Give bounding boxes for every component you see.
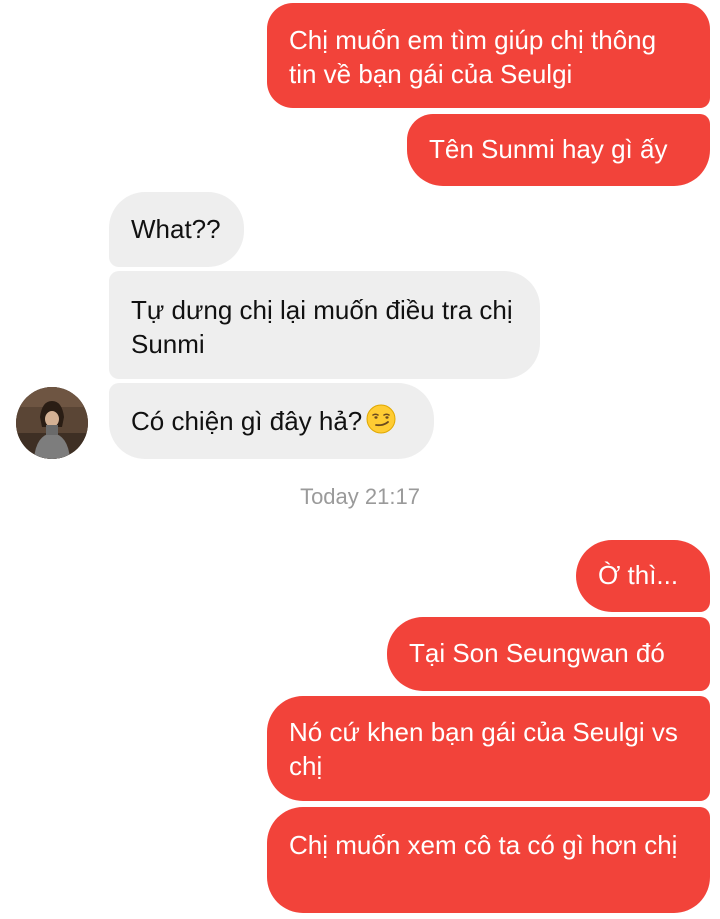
avatar-photo (16, 387, 88, 459)
outgoing-message[interactable]: Tên Sunmi hay gì ấy (407, 114, 710, 186)
message-text: Chị muốn xem cô ta có gì hơn chị (289, 830, 678, 860)
contact-avatar[interactable] (16, 387, 88, 459)
incoming-message[interactable]: Tự dưng chị lại muốn điều tra chị Sunmi (109, 271, 540, 379)
outgoing-message[interactable]: Nó cứ khen bạn gái của Seulgi vs chị (267, 696, 710, 801)
message-text: Tên Sunmi hay gì ấy (429, 134, 668, 164)
message-text: Có chiện gì đây hả? (131, 406, 363, 436)
message-text: Tại Son Seungwan đó (409, 638, 665, 668)
message-text: Nó cứ khen bạn gái của Seulgi vs chị (289, 717, 678, 781)
message-text: What?? (131, 214, 221, 244)
message-text: Chị muốn em tìm giúp chị thông tin về bạ… (289, 25, 657, 89)
outgoing-message[interactable]: Chị muốn em tìm giúp chị thông tin về bạ… (267, 3, 710, 108)
chat-thread: Chị muốn em tìm giúp chị thông tin về bạ… (0, 0, 720, 919)
smirking-face-emoji-icon (366, 404, 396, 442)
incoming-message[interactable]: What?? (109, 192, 244, 267)
outgoing-message[interactable]: Chị muốn xem cô ta có gì hơn chị (267, 807, 710, 913)
message-text: Tự dưng chị lại muốn điều tra chị Sunmi (131, 295, 513, 359)
timestamp: Today 21:17 (300, 484, 420, 509)
outgoing-message[interactable]: Tại Son Seungwan đó (387, 617, 710, 691)
message-text: Ờ thì... (598, 560, 679, 590)
incoming-message[interactable]: Có chiện gì đây hả? (109, 383, 434, 459)
outgoing-message[interactable]: Ờ thì... (576, 540, 710, 612)
